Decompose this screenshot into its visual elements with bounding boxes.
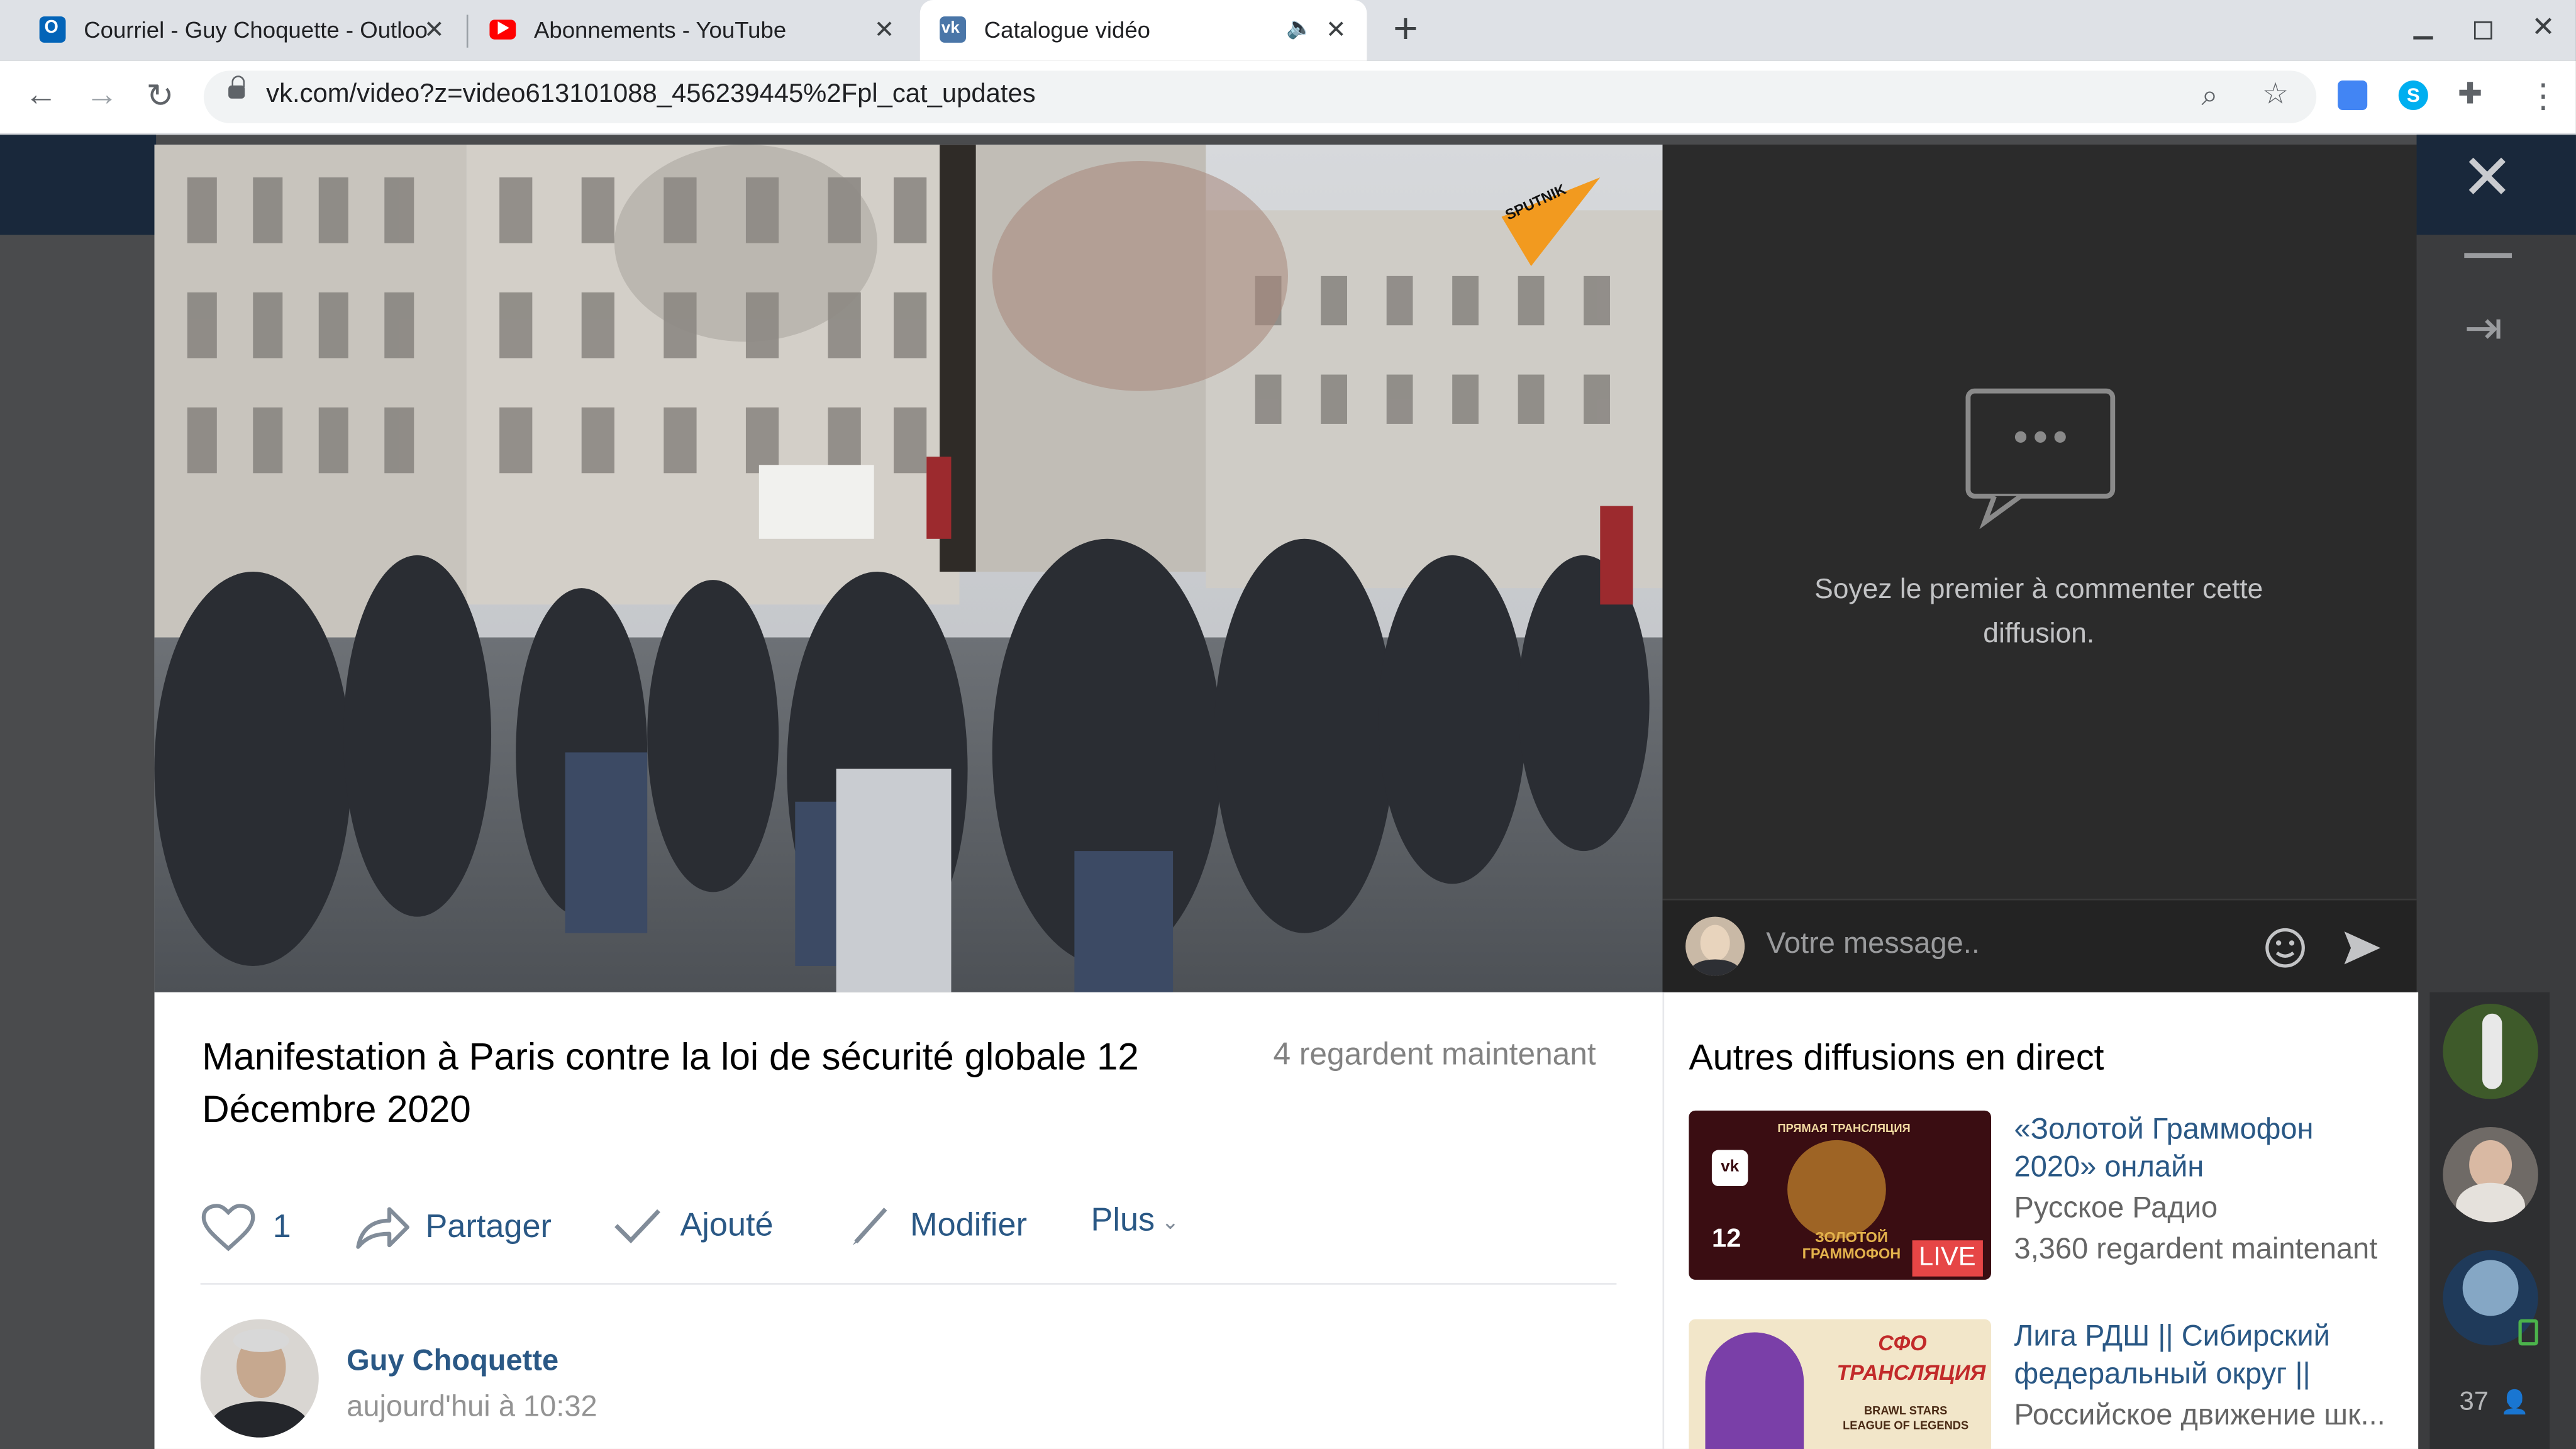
forward-icon[interactable]: →: [86, 77, 118, 115]
stream-title[interactable]: Лига РДШ || Сибирский федеральный округ …: [2014, 1318, 2396, 1393]
tab-vk-catalogue[interactable]: vk Catalogue vidéo 🔈 ✕: [919, 0, 1367, 61]
chat-empty-text: Soyez le premier à commenter cette diffu…: [1814, 573, 2263, 649]
bookmark-star-icon[interactable]: ☆: [2262, 77, 2289, 112]
tab-title: Courriel - Guy Choquette - Outlook: [84, 16, 429, 43]
video-player[interactable]: SPUTNIK: [154, 144, 1663, 992]
emoji-icon[interactable]: [2264, 926, 2307, 969]
reload-icon[interactable]: ↻: [146, 75, 174, 116]
added-button[interactable]: Ajouté: [611, 1202, 774, 1248]
close-icon[interactable]: ✕: [1326, 15, 1346, 45]
tab-outlook[interactable]: O Courriel - Guy Choquette - Outlook ✕: [16, 0, 464, 61]
thumbnail-caption: BRAWL STARS LEAGUE OF LEGENDS: [1843, 1406, 1969, 1433]
minimize-player-icon[interactable]: [2464, 253, 2512, 258]
other-streams-heading: Autres diffusions en direct: [1689, 1036, 2104, 1078]
chat-bubble-icon: [1965, 388, 2116, 530]
like-button[interactable]: 1: [201, 1202, 291, 1252]
send-icon[interactable]: [2341, 928, 2384, 968]
speaker-icon[interactable]: 🔈: [1286, 15, 1313, 42]
author-avatar[interactable]: [200, 1319, 319, 1438]
friend-avatar[interactable]: [2443, 1126, 2538, 1223]
share-button[interactable]: Partager: [353, 1202, 552, 1252]
menu-kebab-icon[interactable]: ⋮: [2527, 75, 2560, 116]
like-count: 1: [272, 1208, 291, 1245]
avatar: [1685, 916, 1745, 976]
stream-channel[interactable]: Российское движение шк...: [2014, 1398, 2396, 1433]
divider: [200, 1283, 1617, 1285]
video-frame: [154, 144, 1663, 992]
thumbnail-caption: ПРЯМАЯ ТРАНСЛЯЦИЯ: [1777, 1123, 1911, 1136]
friends-count: 37: [2459, 1388, 2489, 1416]
tab-title: Catalogue vidéo: [984, 16, 1151, 43]
close-icon[interactable]: ✕: [424, 15, 445, 45]
author-name[interactable]: Guy Choquette: [347, 1344, 558, 1379]
video-title: Manifestation à Paris contre la loi de s…: [202, 1035, 1139, 1131]
skype-extension-icon[interactable]: S: [2398, 80, 2428, 111]
viewer-count: 4 regardent maintenant: [1273, 1038, 1596, 1073]
added-label: Ajouté: [680, 1206, 774, 1243]
url-text[interactable]: vk.com/video?z=video613101088_456239445%…: [266, 80, 1035, 110]
tab-title: Abonnements - YouTube: [533, 16, 787, 43]
chat-message-input[interactable]: Votre message..: [1766, 926, 1980, 961]
online-indicator: [2518, 1319, 2538, 1346]
dock-player-icon[interactable]: ⇥: [2464, 301, 2502, 355]
edit-label: Modifier: [910, 1206, 1027, 1243]
chevron-down-icon: ⌄: [1161, 1208, 1180, 1233]
tab-youtube[interactable]: Abonnements - YouTube ✕: [470, 0, 913, 61]
vk-icon: vk: [1711, 1150, 1748, 1187]
edit-button[interactable]: Modifier: [850, 1202, 1027, 1248]
live-badge: LIVE: [1912, 1240, 1983, 1277]
back-icon[interactable]: ←: [25, 77, 57, 115]
close-icon[interactable]: ✕: [874, 15, 895, 45]
person-icon: 👤: [2500, 1388, 2529, 1415]
stream-title[interactable]: «Золотой Граммофон 2020» онлайн: [2014, 1111, 2396, 1186]
friend-avatar[interactable]: [2443, 1004, 2538, 1099]
restore-icon[interactable]: [2473, 21, 2492, 40]
heart-icon: [201, 1204, 255, 1252]
lock-icon[interactable]: [228, 85, 245, 99]
share-icon: [356, 1207, 409, 1249]
close-player-icon[interactable]: ✕: [2461, 142, 2513, 216]
translate-extension-icon[interactable]: [2338, 80, 2368, 111]
more-label: Plus: [1091, 1202, 1155, 1239]
stream-viewers: 3,360 regardent maintenant: [2014, 1232, 2378, 1265]
new-tab-button[interactable]: +: [1393, 3, 1418, 54]
tab-divider: [466, 14, 469, 48]
stream-thumbnail[interactable]: СФО ТРАНСЛЯЦИЯ BRAWL STARS LEAGUE OF LEG…: [1689, 1319, 1991, 1449]
share-label: Partager: [425, 1208, 552, 1245]
check-icon: [614, 1209, 660, 1244]
thumbnail-caption: СФО ТРАНСЛЯЦИЯ: [1836, 1330, 1986, 1385]
minimize-icon[interactable]: [2413, 36, 2433, 39]
pencil-icon: [852, 1208, 887, 1246]
zoom-icon[interactable]: ⌕: [2201, 79, 2218, 113]
thumbnail-caption: ЗОЛОТОЙ ГРАММОФОН: [1802, 1228, 1901, 1262]
more-button[interactable]: Plus ⌄: [1091, 1202, 1180, 1240]
extensions-puzzle-icon[interactable]: ✚: [2458, 77, 2482, 112]
stream-thumbnail[interactable]: ПРЯМАЯ ТРАНСЛЯЦИЯ vk ЗОЛОТОЙ ГРАММОФОН 1…: [1689, 1110, 1991, 1280]
stream-channel[interactable]: Русское Радио: [2014, 1191, 2218, 1226]
close-window-icon[interactable]: ✕: [2531, 11, 2555, 44]
thumbnail-date: 12: [1711, 1225, 1741, 1254]
vk-header-bar: [0, 135, 157, 235]
post-time: aujourd'hui à 10:32: [347, 1389, 597, 1423]
